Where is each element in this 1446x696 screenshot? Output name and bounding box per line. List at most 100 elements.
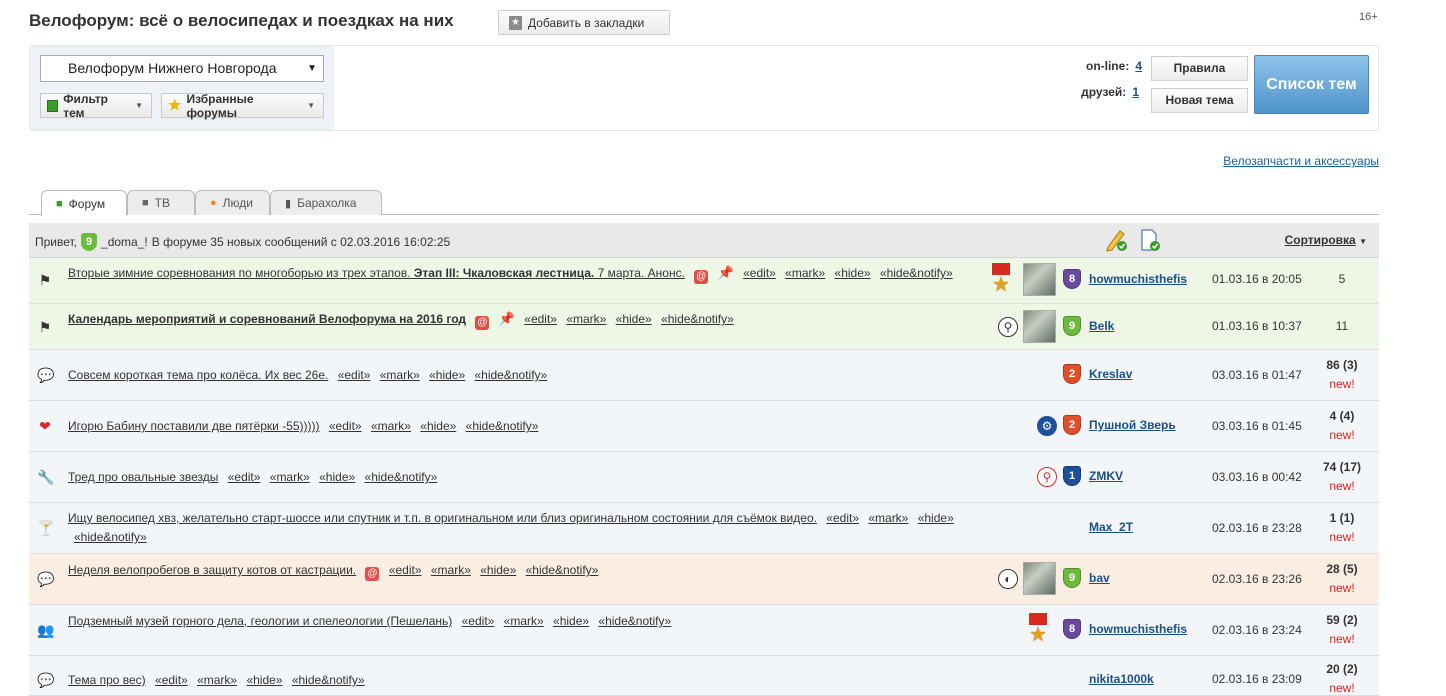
tab-people[interactable]: ● Люди <box>195 190 270 215</box>
edit-link[interactable]: «edit» <box>338 368 371 382</box>
topic-title-link[interactable]: Ищу велосипед хвз, желательно старт-шосс… <box>68 511 817 525</box>
pencil-check-icon[interactable] <box>1105 228 1127 252</box>
reply-count: 74 (17) new! <box>1319 460 1365 493</box>
hide-link[interactable]: «hide» <box>918 511 954 525</box>
mark-link[interactable]: «mark» <box>504 614 544 628</box>
edit-link[interactable]: «edit» <box>155 673 188 687</box>
document-icon: ▮ <box>285 197 292 210</box>
edit-link[interactable]: «edit» <box>228 470 261 484</box>
topic-title-link[interactable]: Подземный музей горного дела, геологии и… <box>68 614 452 628</box>
hide-notify-link[interactable]: «hide&notify» <box>474 368 547 382</box>
rules-button[interactable]: Правила <box>1151 56 1248 81</box>
user-level-badge: 8 <box>1063 269 1081 289</box>
new-badge: new! <box>1329 530 1355 544</box>
hide-link[interactable]: «hide» <box>835 266 871 280</box>
edit-link[interactable]: «edit» <box>389 563 422 577</box>
mark-link[interactable]: «mark» <box>197 673 237 687</box>
topic-title-line: Игорю Бабину поставили две пятёрки -55))… <box>68 417 538 436</box>
avatar[interactable] <box>1023 263 1056 296</box>
caret-down-icon: ▼ <box>135 101 143 110</box>
online-count-link[interactable]: 4 <box>1135 59 1142 73</box>
mark-link[interactable]: «mark» <box>270 470 310 484</box>
friends-count-link[interactable]: 1 <box>1132 85 1139 99</box>
tab-label: Барахолка <box>297 196 357 210</box>
hide-notify-link[interactable]: «hide&notify» <box>880 266 953 280</box>
document-check-icon[interactable] <box>1139 228 1161 252</box>
avatar[interactable] <box>1023 310 1056 343</box>
topic-title-link[interactable]: Тред про овальные звезды <box>68 470 218 484</box>
mark-link[interactable]: «mark» <box>371 419 411 433</box>
forum-select[interactable]: Велофорум Нижнего Новгорода ▼ <box>40 55 324 82</box>
hide-notify-link[interactable]: «hide&notify» <box>74 530 147 544</box>
sort-dropdown[interactable]: Сортировка ▼ <box>1285 233 1367 247</box>
author-link[interactable]: Belk <box>1089 319 1114 333</box>
author-link[interactable]: ZMKV <box>1089 469 1123 483</box>
top-panel: Велофорум Нижнего Новгорода ▼ Фильтр тем… <box>29 45 1379 131</box>
avatar[interactable] <box>1023 562 1056 595</box>
camera-icon: ■ <box>142 197 149 209</box>
hide-link[interactable]: «hide» <box>319 470 355 484</box>
author-link[interactable]: bav <box>1089 571 1110 585</box>
hide-notify-link[interactable]: «hide&notify» <box>466 419 539 433</box>
hide-notify-link[interactable]: «hide&notify» <box>598 614 671 628</box>
topic-title-link[interactable]: Совсем короткая тема про колёса. Их вес … <box>68 368 328 382</box>
pin-icon: 📌 <box>717 265 734 280</box>
star-icon: ★ <box>168 96 182 114</box>
mark-link[interactable]: «mark» <box>431 563 471 577</box>
topic-row: ⚑ Календарь мероприятий и соревнований В… <box>29 304 1379 350</box>
hide-notify-link[interactable]: «hide&notify» <box>292 673 365 687</box>
topic-title-link[interactable]: Неделя велопробегов в защиту котов от ка… <box>68 563 356 577</box>
hide-link[interactable]: «hide» <box>429 368 465 382</box>
edit-link[interactable]: «edit» <box>462 614 495 628</box>
mark-link[interactable]: «mark» <box>566 312 606 326</box>
edit-link[interactable]: «edit» <box>524 312 557 326</box>
mark-link[interactable]: «mark» <box>785 266 825 280</box>
topic-title-link[interactable]: Игорю Бабину поставили две пятёрки -55))… <box>68 419 320 433</box>
mention-icon: @ <box>475 316 490 330</box>
mention-icon: @ <box>365 567 380 581</box>
mark-link[interactable]: «mark» <box>868 511 908 525</box>
user-level-badge: 2 <box>1063 415 1081 435</box>
mark-link[interactable]: «mark» <box>380 368 420 382</box>
mention-icon: @ <box>694 270 709 284</box>
tab-flea-market[interactable]: ▮ Барахолка <box>270 190 382 215</box>
last-post-date: 02.03.16 в 23:28 <box>1212 521 1302 535</box>
hide-link[interactable]: «hide» <box>420 419 456 433</box>
hide-notify-link[interactable]: «hide&notify» <box>661 312 734 326</box>
author-link[interactable]: Kreslav <box>1089 367 1132 381</box>
wrench-icon: 🔧 <box>37 469 55 485</box>
user-level-badge: 8 <box>1063 619 1081 639</box>
new-topic-button[interactable]: Новая тема <box>1151 88 1248 113</box>
topic-title-link[interactable]: Тема про вес) <box>68 673 146 687</box>
author-link[interactable]: howmuchisthefis <box>1089 622 1187 636</box>
author-link[interactable]: nikita1000k <box>1089 672 1154 686</box>
favorite-forums-button[interactable]: ★ Избранные форумы ▼ <box>161 92 324 120</box>
user-level-badge: 2 <box>1063 364 1081 384</box>
hide-link[interactable]: «hide» <box>480 563 516 577</box>
topic-row: 👥 Подземный музей горного дела, геологии… <box>29 605 1379 656</box>
greeting-text: Привет, 9 _doma_! В форуме 35 новых сооб… <box>35 233 450 251</box>
tab-tv[interactable]: ■ ТВ <box>127 190 195 215</box>
author-link[interactable]: howmuchisthefis <box>1089 272 1187 286</box>
spares-accessories-link[interactable]: Велозапчасти и аксессуары <box>1223 154 1379 168</box>
hide-link[interactable]: «hide» <box>246 673 282 687</box>
topic-title-line: Календарь мероприятий и соревнований Вел… <box>68 309 734 330</box>
user-level-badge: 9 <box>81 233 98 251</box>
edit-link[interactable]: «edit» <box>329 419 362 433</box>
tab-forum[interactable]: ■ Форум <box>41 190 127 216</box>
topics-list-button[interactable]: Список тем <box>1254 55 1369 114</box>
edit-link[interactable]: «edit» <box>826 511 859 525</box>
hide-notify-link[interactable]: «hide&notify» <box>365 470 438 484</box>
topic-title-link[interactable]: Календарь мероприятий и соревнований Вел… <box>68 312 466 326</box>
hide-link[interactable]: «hide» <box>553 614 589 628</box>
edit-link[interactable]: «edit» <box>743 266 776 280</box>
bicycle-icon: ⚙ <box>1037 416 1057 436</box>
author-link[interactable]: Max_2T <box>1089 520 1133 534</box>
topic-title-link[interactable]: Вторые зимние соревнования по многоборью… <box>68 266 685 280</box>
add-bookmark-button[interactable]: ★ Добавить в закладки <box>498 10 670 35</box>
topic-filter-button[interactable]: Фильтр тем ▼ <box>40 92 152 120</box>
reply-count: 86 (3) new! <box>1319 358 1365 391</box>
hide-notify-link[interactable]: «hide&notify» <box>526 563 599 577</box>
hide-link[interactable]: «hide» <box>616 312 652 326</box>
author-link[interactable]: Пушной Зверь <box>1089 418 1176 432</box>
